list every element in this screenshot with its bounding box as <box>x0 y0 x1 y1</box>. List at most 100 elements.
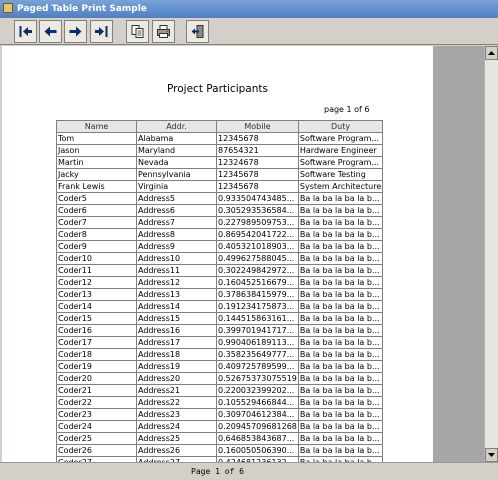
table-cell: 87654321 <box>216 144 299 157</box>
table-cell: Address7 <box>136 216 217 229</box>
table-cell: Address9 <box>136 240 217 253</box>
table-cell: Ba la ba la ba la b... <box>297 324 384 337</box>
table-cell: Hardware Engineer <box>297 144 384 157</box>
table-cell: Ba la ba la ba la b... <box>297 420 384 433</box>
table-cell: Address5 <box>136 192 217 205</box>
table-cell: Ba la ba la ba la b... <box>297 444 384 457</box>
table-cell: Coder5 <box>56 192 137 205</box>
table-cell: Ba la ba la ba la b... <box>297 228 384 241</box>
print-icon <box>157 25 170 38</box>
table-row: Coder26 Address26 0.160050506390... Ba la b… <box>56 444 384 457</box>
table-cell: Pennsylvania <box>136 168 217 181</box>
table-cell: 0.191234175873... <box>216 300 299 313</box>
table-cell: Address24 <box>136 420 217 433</box>
table-cell: Maryland <box>136 144 217 157</box>
table-cell: Frank Lewis <box>56 180 137 193</box>
previous-page-button[interactable] <box>39 20 62 43</box>
table-cell: 0.52675373075519 <box>216 372 299 385</box>
table-cell: Coder23 <box>56 408 137 421</box>
table-cell: Ba la ba la ba la b... <box>297 312 384 325</box>
first-page-button[interactable] <box>14 20 37 43</box>
next-page-icon <box>69 26 82 37</box>
table-cell: Nevada <box>136 156 217 169</box>
scroll-up-button[interactable] <box>485 46 498 60</box>
table-cell: Address12 <box>136 276 217 289</box>
table-row: Coder6 Address6 0.305293536584... Ba la ba … <box>56 204 384 217</box>
table-cell: 0.409725789599... <box>216 360 299 373</box>
vertical-scrollbar[interactable] <box>484 46 498 462</box>
table-cell: Coder13 <box>56 288 137 301</box>
table-cell: Software Program... <box>297 156 384 169</box>
table-row: Coder17 Address17 0.990406189113... Ba la b… <box>56 336 384 349</box>
previous-page-icon <box>44 26 57 37</box>
exit-button[interactable] <box>186 20 209 43</box>
column-header: Addr. <box>136 120 217 133</box>
column-header: Mobile <box>216 120 299 133</box>
table-cell: Tom <box>56 132 137 145</box>
table-cell: Address16 <box>136 324 217 337</box>
table-cell: Virginia <box>136 180 217 193</box>
last-page-button[interactable] <box>90 20 113 43</box>
status-bar: Page 1 of 6 <box>0 462 498 480</box>
arrow-down-icon <box>488 453 495 457</box>
table-cell: Coder19 <box>56 360 137 373</box>
table-cell: Alabama <box>136 132 217 145</box>
table-cell: Ba la ba la ba la b... <box>297 204 384 217</box>
table-cell: Ba la ba la ba la b... <box>297 300 384 313</box>
table-row: Coder12 Address12 0.160452516679... Ba la b… <box>56 276 384 289</box>
table-cell: 0.378638415979... <box>216 288 299 301</box>
report-title: Project Participants <box>167 83 268 95</box>
copy-button[interactable] <box>126 20 149 43</box>
table-cell: Ba la ba la ba la b... <box>297 252 384 265</box>
table-cell: Ba la ba la ba la b... <box>297 336 384 349</box>
table-cell: Address14 <box>136 300 217 313</box>
print-button[interactable] <box>152 20 175 43</box>
table-cell: Ba la ba la ba la b... <box>297 216 384 229</box>
app-icon <box>3 3 13 13</box>
scroll-down-button[interactable] <box>485 448 498 462</box>
first-page-icon <box>19 26 32 37</box>
table-cell: Ba la ba la ba la b... <box>297 264 384 277</box>
next-page-button[interactable] <box>64 20 87 43</box>
table-cell: 0.220032399202... <box>216 384 299 397</box>
table-cell: 0.144515863161... <box>216 312 299 325</box>
table-cell: Address8 <box>136 228 217 241</box>
table-row: Coder8 Address8 0.869542041722... Ba la ba … <box>56 228 384 241</box>
table-cell: Martin <box>56 156 137 169</box>
toolbar <box>0 18 498 45</box>
column-header: Duty <box>297 120 384 133</box>
table-row: Frank Lewis Virginia 12345678 System Archit… <box>56 180 384 193</box>
table-row: Martin Nevada 12324678 Software Program... <box>56 156 384 169</box>
table-cell: Coder8 <box>56 228 137 241</box>
table-cell: Coder7 <box>56 216 137 229</box>
table-cell: Software Program... <box>297 132 384 145</box>
table-cell: Address10 <box>136 252 217 265</box>
table-cell: Jason <box>56 144 137 157</box>
table-cell: Address11 <box>136 264 217 277</box>
status-page-text: Page 1 of 6 <box>191 467 244 476</box>
table-cell: Coder9 <box>56 240 137 253</box>
table-row: Coder20 Address20 0.52675373075519 Ba la ba… <box>56 372 384 385</box>
table-cell: 0.405321018903... <box>216 240 299 253</box>
table-row: Coder25 Address25 0.646853843687... Ba la b… <box>56 432 384 445</box>
table-cell: Address6 <box>136 204 217 217</box>
table-cell: 0.933504743485... <box>216 192 299 205</box>
table-cell: 0.160452516679... <box>216 276 299 289</box>
table-cell: Address22 <box>136 396 217 409</box>
table-cell: 12324678 <box>216 156 299 169</box>
print-preview-page[interactable]: Project Participants page 1 of 6 Name Ad… <box>2 46 433 462</box>
table-cell: Ba la ba la ba la b... <box>297 192 384 205</box>
column-header: Name <box>56 120 137 133</box>
title-bar[interactable]: Paged Table Print Sample <box>0 0 498 18</box>
table-cell: Coder26 <box>56 444 137 457</box>
table-row: Coder5 Address5 0.933504743485... Ba la ba … <box>56 192 384 205</box>
table-row: Jacky Pennsylvania 12345678 Software Testin… <box>56 168 384 181</box>
table-cell: Coder14 <box>56 300 137 313</box>
table-cell: Address20 <box>136 372 217 385</box>
table-row: Coder19 Address19 0.409725789599... Ba la b… <box>56 360 384 373</box>
table-cell: Ba la ba la ba la b... <box>297 288 384 301</box>
table-cell: Address17 <box>136 336 217 349</box>
table-cell: 0.302249842972... <box>216 264 299 277</box>
table-cell: Coder20 <box>56 372 137 385</box>
table-cell: Ba la ba la ba la b... <box>297 240 384 253</box>
